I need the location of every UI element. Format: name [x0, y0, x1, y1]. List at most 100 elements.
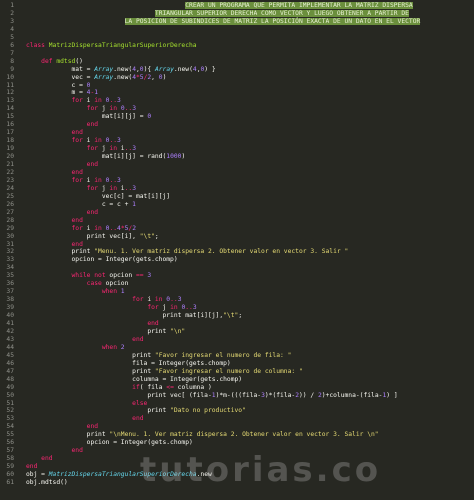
code-line: when 2 [26, 344, 474, 352]
code-token: in [94, 97, 102, 105]
code-token: 3 [192, 304, 197, 312]
code-token: mat[i][j] = [26, 113, 148, 121]
code-token: for [71, 137, 83, 145]
code-token: i [82, 137, 95, 145]
code-token: in [109, 184, 118, 192]
code-line: end [26, 169, 474, 177]
code-token: obj = [26, 471, 49, 479]
code-token: .. [109, 224, 118, 232]
code-token: end [86, 208, 99, 216]
code-token: .new( [113, 73, 133, 81]
line-number: 56 [6, 439, 14, 447]
code-line: vec = Array.new(4*5/2, 0) [26, 74, 474, 82]
code-line: opcion = Integer(gets.chomp) [26, 256, 474, 264]
code-token: .. [170, 296, 178, 304]
code-token: in [109, 145, 118, 153]
code-line: columna = Integer(gets.chomp) [26, 376, 474, 384]
code-token: ){ [143, 65, 155, 73]
line-number: 5 [10, 33, 14, 41]
code-line: print vec[i], "\t"; [26, 233, 474, 241]
line-number: 8 [10, 57, 14, 65]
code-token: 3 [177, 296, 182, 304]
code-token: for [71, 176, 83, 184]
code-line: def mdtsd() [26, 58, 474, 66]
code-token: .. [109, 176, 118, 184]
code-line: for j in i..3 [26, 145, 474, 153]
code-token: 3 [147, 272, 152, 280]
code-editor[interactable]: 1 2 3 4 5 6 7 8 9 10 11 12 13 14 15 16 17 18 19 20 21 22 23 24 2… [0, 0, 474, 500]
code-line: opcion = Integer(gets.chomp) [26, 439, 474, 447]
code-token: when [101, 288, 117, 296]
watermark-logo: tutorias.co [140, 450, 382, 490]
code-token: print vec[i], [26, 232, 140, 240]
code-token: j [158, 304, 171, 312]
code-token: )*(fila- [264, 391, 296, 399]
code-line: while not opcion == 3 [26, 272, 474, 280]
line-number: 27 [6, 208, 14, 216]
code-line: CREAR UN PROGRAMA QUE PERMITA IMPLEMENTA… [26, 2, 474, 10]
line-number: 48 [6, 375, 14, 383]
code-token: <= [166, 383, 174, 391]
code-token: 3 [117, 97, 121, 105]
code-token: c = c + [26, 200, 133, 208]
code-token: ) } [204, 65, 216, 73]
code-line: mat[i][j] = 0 [26, 113, 474, 121]
code-line: for i in 0..3 [26, 296, 474, 304]
code-line: print "Favor ingresar el numero de fila:… [26, 352, 474, 360]
code-line: when 1 [26, 288, 474, 296]
code-token: end [26, 463, 38, 471]
line-number: 59 [6, 463, 14, 471]
code-token: print [26, 351, 155, 359]
code-token: in [94, 137, 102, 145]
code-token: 1 [94, 89, 99, 97]
code-token: end [71, 240, 83, 248]
code-token: opcion = Integer(gets.chomp) [26, 439, 193, 447]
code-token: MatrizDispersaTriangularSuperiorDerecha [48, 41, 197, 49]
code-token: while [71, 272, 91, 280]
code-token: end [41, 455, 53, 463]
code-token: .. [109, 97, 118, 105]
code-token: end [132, 335, 144, 343]
line-number: 4 [10, 25, 14, 33]
code-token: end [132, 415, 144, 423]
code-line: case opcion [26, 280, 474, 288]
code-token: when [101, 343, 117, 351]
code-token: for [86, 145, 99, 153]
line-number: 29 [6, 224, 14, 232]
code-token: j [98, 105, 110, 113]
code-token: LA POSICION DE SUBINDICES DE MATRIZ LA P… [124, 17, 421, 25]
code-token: 2 [120, 343, 125, 351]
line-number: 3 [10, 17, 14, 25]
code-token: end [147, 320, 159, 327]
code-token: "Dato no productivo" [170, 407, 246, 415]
code-token: .. [109, 137, 118, 145]
code-token: CREAR UN PROGRAMA QUE PERMITA IMPLEMENTA… [185, 2, 413, 9]
code-token: Array [154, 65, 174, 73]
code-token: case [86, 280, 102, 288]
code-line: mat = Array.new(4,0){ Array.new(4,0) } [26, 66, 474, 74]
code-token: fila = Integer(gets.chomp) [26, 359, 231, 367]
line-number: 46 [6, 359, 14, 367]
line-number: 32 [6, 248, 14, 256]
line-number: 14 [6, 105, 14, 113]
code-token: for [86, 184, 99, 192]
code-token: i [117, 145, 125, 153]
code-token: in [109, 105, 118, 113]
code-token: "Favor ingresar el numero de columna: " [154, 367, 303, 375]
line-number: 28 [6, 216, 14, 224]
code-token: end [86, 161, 99, 168]
line-number: 12 [6, 89, 14, 97]
code-token: "\t" [139, 232, 155, 240]
code-token: ) [181, 153, 186, 161]
code-line: end [26, 423, 474, 431]
code-line: end [26, 121, 474, 129]
code-token: print vec[ (fila- [26, 391, 212, 399]
